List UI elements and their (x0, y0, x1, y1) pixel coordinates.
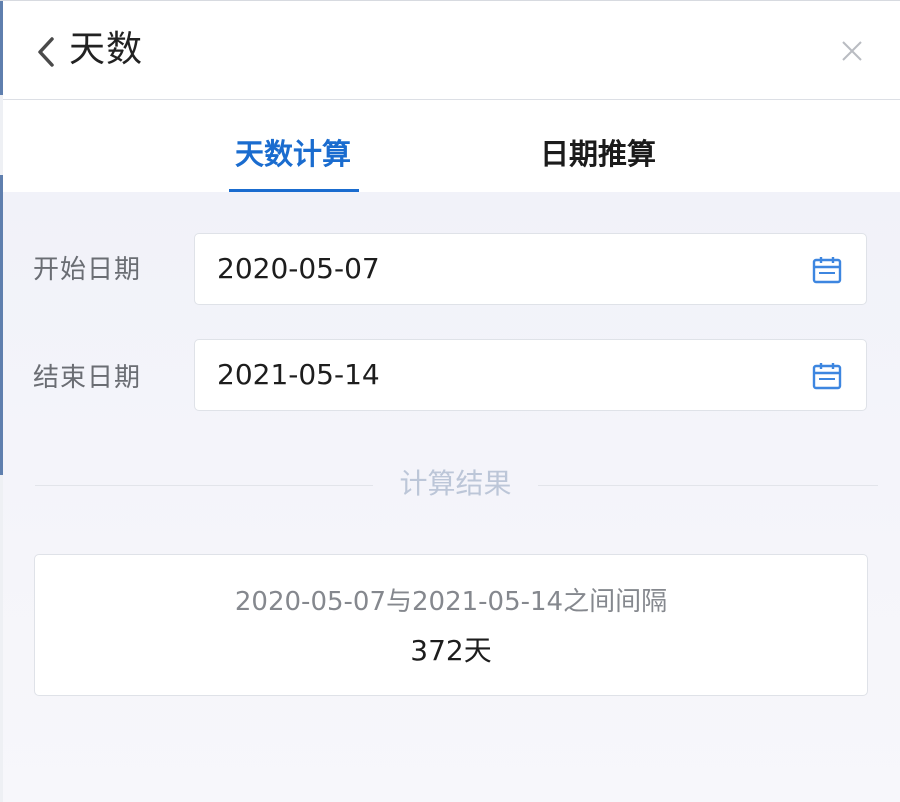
result-value: 372天 (410, 634, 492, 667)
calendar-icon[interactable] (812, 362, 842, 390)
tab-bar: 天数计算 日期推算 (3, 100, 900, 192)
start-date-field[interactable]: 2020-05-07 (194, 233, 867, 305)
result-card: 2020-05-07与2021-05-14之间间隔 372天 (34, 554, 868, 696)
tab-day-calculation[interactable]: 天数计算 (228, 134, 358, 174)
result-divider-left (35, 485, 373, 486)
tab-date-projection[interactable]: 日期推算 (533, 134, 663, 174)
chevron-left-icon (38, 37, 54, 67)
result-section-label: 计算结果 (399, 467, 512, 500)
end-date-label: 结束日期 (33, 363, 142, 393)
start-date-value: 2020-05-07 (217, 252, 380, 285)
start-date-label: 开始日期 (33, 255, 142, 285)
end-date-field[interactable]: 2021-05-14 (194, 339, 867, 411)
result-divider-right (538, 485, 878, 486)
close-button[interactable] (838, 37, 866, 65)
page-title: 天数 (69, 29, 144, 70)
result-description: 2020-05-07与2021-05-14之间间隔 (234, 587, 668, 617)
end-date-value: 2021-05-14 (217, 358, 380, 391)
main-content: 开始日期 2020-05-07 结束日期 2021-05-14 计算结果 202… (3, 192, 900, 802)
back-button[interactable] (33, 34, 59, 70)
day-calculator-window: 天数 天数计算 日期推算 开始日期 2020-05-07 结束日期 2021-0… (0, 0, 900, 802)
header: 天数 (3, 1, 900, 100)
close-icon (842, 41, 862, 61)
calendar-icon[interactable] (812, 256, 842, 284)
